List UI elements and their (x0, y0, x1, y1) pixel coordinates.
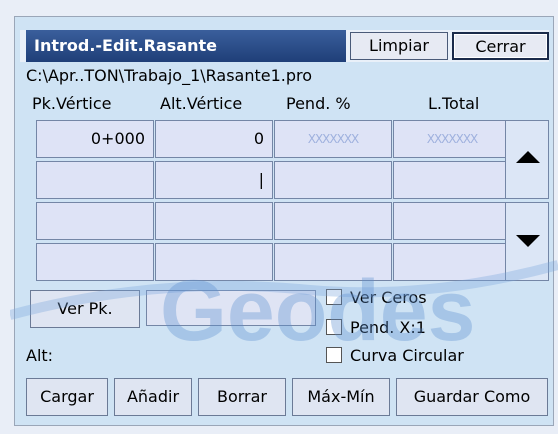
table-cell[interactable] (155, 243, 273, 281)
window-title: Introd.-Edit.Rasante (26, 30, 346, 62)
table-cell[interactable] (274, 202, 392, 240)
load-button[interactable]: Cargar (26, 378, 108, 416)
alt-label: Alt: (26, 346, 54, 365)
down-arrow-icon (516, 235, 540, 247)
checkbox-box (326, 319, 342, 335)
scroll-down-button[interactable] (505, 202, 549, 281)
scroll-up-button[interactable] (505, 120, 549, 199)
file-path: C:\Apr..TON\Trabajo_1\Rasante1.pro (26, 66, 313, 85)
close-button[interactable]: Cerrar (452, 32, 549, 60)
ver-ceros-label: Ver Ceros (350, 288, 427, 307)
table-cell[interactable]: 0 (155, 120, 273, 158)
checkbox-box (326, 347, 342, 363)
table-cell[interactable] (274, 243, 392, 281)
table-cell[interactable] (393, 243, 511, 281)
table-cell[interactable]: | (155, 161, 273, 199)
table-cell: XXXXXXX (274, 120, 392, 158)
table-cell[interactable] (36, 161, 154, 199)
column-header-pend: Pend. % (286, 94, 351, 113)
clear-button[interactable]: Limpiar (350, 32, 448, 60)
delete-button[interactable]: Borrar (198, 378, 286, 416)
column-header-pk: Pk.Vértice (32, 94, 112, 113)
up-arrow-icon (516, 151, 540, 163)
curva-circular-checkbox[interactable]: Curva Circular (326, 346, 464, 365)
table-cell[interactable] (155, 202, 273, 240)
table-cell[interactable] (393, 161, 511, 199)
table-cell[interactable] (393, 202, 511, 240)
add-button[interactable]: Añadir (114, 378, 192, 416)
ver-ceros-checkbox[interactable]: Ver Ceros (326, 288, 427, 307)
table-cell: XXXXXXX (393, 120, 511, 158)
ver-pk-button[interactable]: Ver Pk. (30, 290, 140, 328)
curva-circular-label: Curva Circular (350, 346, 464, 365)
save-as-button[interactable]: Guardar Como (396, 378, 548, 416)
table-cell[interactable]: 0+000 (36, 120, 154, 158)
max-min-button[interactable]: Máx-Mín (292, 378, 390, 416)
pend-x1-label: Pend. X:1 (350, 318, 426, 337)
column-header-alt: Alt.Vértice (160, 94, 243, 113)
pend-x1-checkbox[interactable]: Pend. X:1 (326, 318, 426, 337)
table-cell[interactable] (36, 243, 154, 281)
table-cell[interactable] (274, 161, 392, 199)
table-cell[interactable] (36, 202, 154, 240)
checkbox-box (326, 289, 342, 305)
column-header-ltotal: L.Total (428, 94, 480, 113)
title-bar: Introd.-Edit.Rasante Limpiar Cerrar (20, 30, 549, 62)
pk-input[interactable] (146, 290, 316, 326)
